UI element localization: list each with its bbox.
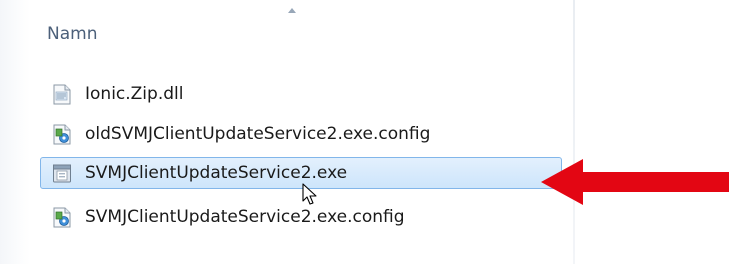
file-name: SVMJClientUpdateService2.exe.config: [85, 207, 405, 227]
file-name: SVMJClientUpdateService2.exe: [85, 163, 348, 183]
file-name: Ionic.Zip.dll: [85, 84, 184, 104]
config-file-icon: [52, 207, 72, 228]
file-row-ionic-zip-dll[interactable]: Ionic.Zip.dll: [40, 78, 562, 110]
next-column-area: [575, 0, 731, 264]
config-file-icon: [52, 124, 72, 145]
exe-file-icon: [52, 163, 72, 184]
navigation-pane-edge: [0, 0, 30, 264]
mouse-pointer-icon: [302, 183, 318, 211]
dll-file-icon: [52, 84, 72, 105]
file-row-selected-exe[interactable]: SVMJClientUpdateService2.exe: [40, 157, 562, 189]
file-row-old-config[interactable]: oldSVMJClientUpdateService2.exe.config: [40, 118, 562, 150]
red-arrow-left-icon: [541, 157, 731, 211]
file-name: oldSVMJClientUpdateService2.exe.config: [85, 124, 431, 144]
column-header-name[interactable]: Namn: [47, 24, 97, 44]
sort-ascending-icon: [288, 8, 296, 13]
file-row-config[interactable]: SVMJClientUpdateService2.exe.config: [40, 201, 562, 233]
